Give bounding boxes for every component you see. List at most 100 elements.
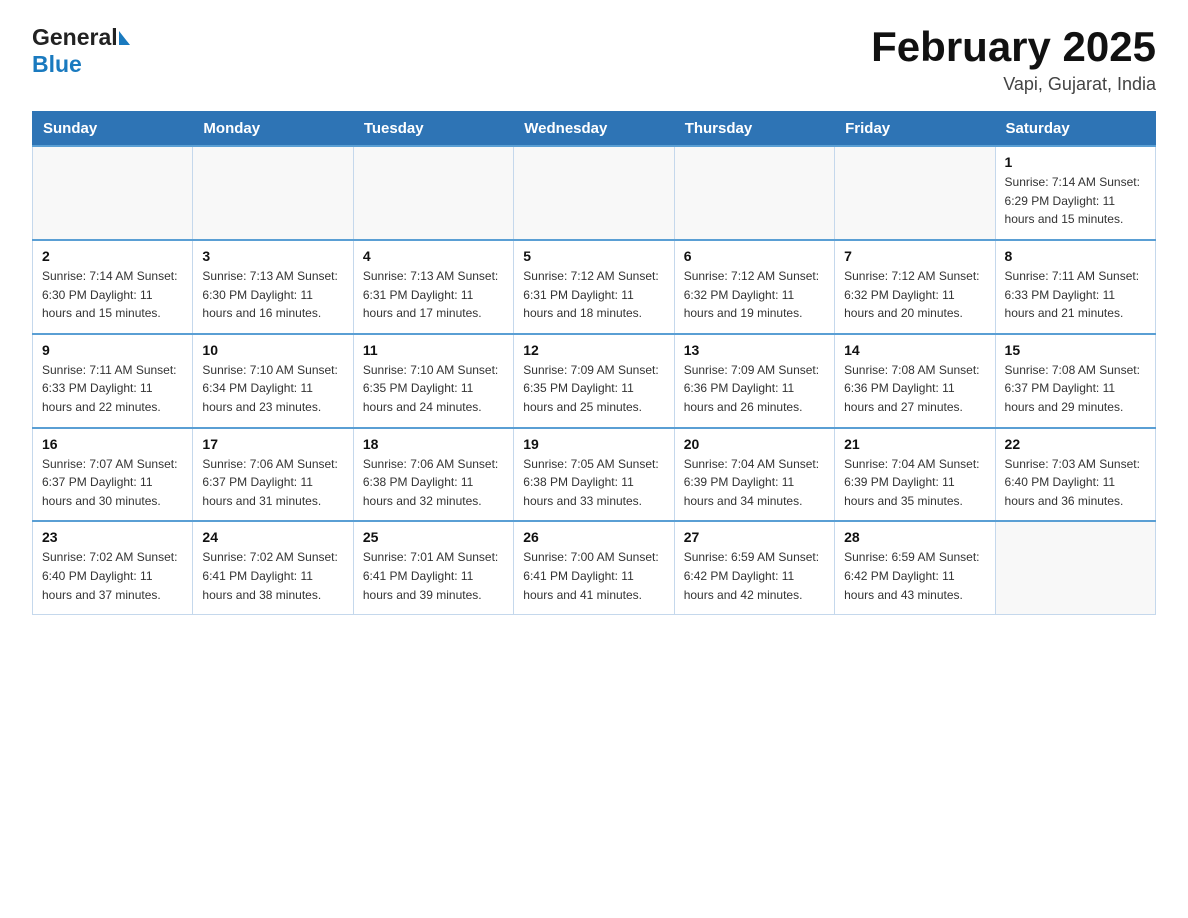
calendar-cell xyxy=(33,146,193,240)
day-number: 20 xyxy=(684,436,825,452)
calendar-cell: 6 Sunrise: 7:12 AM Sunset: 6:32 PM Daylig… xyxy=(674,240,834,334)
calendar-cell: 19 Sunrise: 7:05 AM Sunset: 6:38 PM Dayli… xyxy=(514,428,674,522)
day-info: Sunrise: 6:59 AM Sunset: 6:42 PM Dayligh… xyxy=(844,548,985,604)
day-info: Sunrise: 7:11 AM Sunset: 6:33 PM Dayligh… xyxy=(42,361,183,417)
calendar-cell: 10 Sunrise: 7:10 AM Sunset: 6:34 PM Dayli… xyxy=(193,334,353,428)
calendar-cell: 7 Sunrise: 7:12 AM Sunset: 6:32 PM Daylig… xyxy=(835,240,995,334)
day-info: Sunrise: 7:11 AM Sunset: 6:33 PM Dayligh… xyxy=(1005,267,1146,323)
day-number: 1 xyxy=(1005,154,1146,170)
calendar-cell: 9 Sunrise: 7:11 AM Sunset: 6:33 PM Daylig… xyxy=(33,334,193,428)
day-number: 27 xyxy=(684,529,825,545)
calendar-cell: 3 Sunrise: 7:13 AM Sunset: 6:30 PM Daylig… xyxy=(193,240,353,334)
day-info: Sunrise: 7:04 AM Sunset: 6:39 PM Dayligh… xyxy=(844,455,985,511)
logo-chevron-icon xyxy=(119,31,130,45)
day-number: 4 xyxy=(363,248,504,264)
day-info: Sunrise: 7:08 AM Sunset: 6:37 PM Dayligh… xyxy=(1005,361,1146,417)
calendar-cell: 22 Sunrise: 7:03 AM Sunset: 6:40 PM Dayli… xyxy=(995,428,1155,522)
calendar-header-row: SundayMondayTuesdayWednesdayThursdayFrid… xyxy=(33,112,1156,147)
calendar-cell: 13 Sunrise: 7:09 AM Sunset: 6:36 PM Dayli… xyxy=(674,334,834,428)
day-number: 11 xyxy=(363,342,504,358)
day-info: Sunrise: 7:13 AM Sunset: 6:30 PM Dayligh… xyxy=(202,267,343,323)
calendar-cell: 24 Sunrise: 7:02 AM Sunset: 6:41 PM Dayli… xyxy=(193,521,353,614)
location-text: Vapi, Gujarat, India xyxy=(871,74,1156,95)
calendar-week-row: 16Sunrise: 7:07 AM Sunset: 6:37 PM Dayli… xyxy=(33,428,1156,522)
day-number: 7 xyxy=(844,248,985,264)
day-number: 10 xyxy=(202,342,343,358)
calendar-day-header: Wednesday xyxy=(514,112,674,147)
calendar-cell: 11 Sunrise: 7:10 AM Sunset: 6:35 PM Dayli… xyxy=(353,334,513,428)
calendar-cell: 18 Sunrise: 7:06 AM Sunset: 6:38 PM Dayli… xyxy=(353,428,513,522)
calendar-week-row: 1 Sunrise: 7:14 AM Sunset: 6:29 PM Daylig… xyxy=(33,146,1156,240)
day-number: 9 xyxy=(42,342,183,358)
calendar-cell xyxy=(193,146,353,240)
day-number: 2 xyxy=(42,248,183,264)
calendar-cell: 26 Sunrise: 7:00 AM Sunset: 6:41 PM Dayli… xyxy=(514,521,674,614)
day-info: Sunrise: 7:14 AM Sunset: 6:29 PM Dayligh… xyxy=(1005,173,1146,229)
day-info: Sunrise: 7:05 AM Sunset: 6:38 PM Dayligh… xyxy=(523,455,664,511)
day-info: Sunrise: 7:00 AM Sunset: 6:41 PM Dayligh… xyxy=(523,548,664,604)
calendar-cell: 27Sunrise: 6:59 AM Sunset: 6:42 PM Dayli… xyxy=(674,521,834,614)
calendar-week-row: 2Sunrise: 7:14 AM Sunset: 6:30 PM Daylig… xyxy=(33,240,1156,334)
month-title: February 2025 xyxy=(871,24,1156,70)
calendar-day-header: Saturday xyxy=(995,112,1155,147)
calendar-cell: 17Sunrise: 7:06 AM Sunset: 6:37 PM Dayli… xyxy=(193,428,353,522)
logo-general-text: General xyxy=(32,24,118,51)
day-info: Sunrise: 7:10 AM Sunset: 6:35 PM Dayligh… xyxy=(363,361,504,417)
calendar-day-header: Tuesday xyxy=(353,112,513,147)
day-info: Sunrise: 7:03 AM Sunset: 6:40 PM Dayligh… xyxy=(1005,455,1146,511)
day-number: 25 xyxy=(363,529,504,545)
day-number: 19 xyxy=(523,436,664,452)
day-number: 5 xyxy=(523,248,664,264)
day-number: 13 xyxy=(684,342,825,358)
day-info: Sunrise: 7:10 AM Sunset: 6:34 PM Dayligh… xyxy=(202,361,343,417)
day-info: Sunrise: 7:02 AM Sunset: 6:41 PM Dayligh… xyxy=(202,548,343,604)
day-info: Sunrise: 7:01 AM Sunset: 6:41 PM Dayligh… xyxy=(363,548,504,604)
calendar-day-header: Thursday xyxy=(674,112,834,147)
calendar-day-header: Monday xyxy=(193,112,353,147)
day-info: Sunrise: 7:13 AM Sunset: 6:31 PM Dayligh… xyxy=(363,267,504,323)
calendar-cell xyxy=(835,146,995,240)
day-info: Sunrise: 7:07 AM Sunset: 6:37 PM Dayligh… xyxy=(42,455,183,511)
day-number: 21 xyxy=(844,436,985,452)
calendar-cell: 8 Sunrise: 7:11 AM Sunset: 6:33 PM Daylig… xyxy=(995,240,1155,334)
day-info: Sunrise: 7:12 AM Sunset: 6:32 PM Dayligh… xyxy=(844,267,985,323)
day-info: Sunrise: 7:09 AM Sunset: 6:36 PM Dayligh… xyxy=(684,361,825,417)
day-info: Sunrise: 7:08 AM Sunset: 6:36 PM Dayligh… xyxy=(844,361,985,417)
calendar-cell: 2Sunrise: 7:14 AM Sunset: 6:30 PM Daylig… xyxy=(33,240,193,334)
day-info: Sunrise: 7:06 AM Sunset: 6:38 PM Dayligh… xyxy=(363,455,504,511)
calendar-day-header: Friday xyxy=(835,112,995,147)
calendar-week-row: 9 Sunrise: 7:11 AM Sunset: 6:33 PM Daylig… xyxy=(33,334,1156,428)
calendar-cell: 15Sunrise: 7:08 AM Sunset: 6:37 PM Dayli… xyxy=(995,334,1155,428)
calendar-cell: 1 Sunrise: 7:14 AM Sunset: 6:29 PM Daylig… xyxy=(995,146,1155,240)
calendar-cell: 20 Sunrise: 7:04 AM Sunset: 6:39 PM Dayli… xyxy=(674,428,834,522)
calendar-cell: 12 Sunrise: 7:09 AM Sunset: 6:35 PM Dayli… xyxy=(514,334,674,428)
day-info: Sunrise: 7:12 AM Sunset: 6:32 PM Dayligh… xyxy=(684,267,825,323)
calendar-cell xyxy=(353,146,513,240)
title-area: February 2025 Vapi, Gujarat, India xyxy=(871,24,1156,95)
logo-blue-text: Blue xyxy=(32,51,130,78)
day-info: Sunrise: 7:09 AM Sunset: 6:35 PM Dayligh… xyxy=(523,361,664,417)
day-number: 8 xyxy=(1005,248,1146,264)
day-number: 18 xyxy=(363,436,504,452)
day-number: 12 xyxy=(523,342,664,358)
calendar-cell: 25 Sunrise: 7:01 AM Sunset: 6:41 PM Dayli… xyxy=(353,521,513,614)
logo: General Blue xyxy=(32,24,130,78)
calendar-week-row: 23 Sunrise: 7:02 AM Sunset: 6:40 PM Dayli… xyxy=(33,521,1156,614)
calendar-cell: 16Sunrise: 7:07 AM Sunset: 6:37 PM Dayli… xyxy=(33,428,193,522)
page-header: General Blue February 2025 Vapi, Gujarat… xyxy=(32,24,1156,95)
day-info: Sunrise: 7:04 AM Sunset: 6:39 PM Dayligh… xyxy=(684,455,825,511)
day-number: 3 xyxy=(202,248,343,264)
day-number: 6 xyxy=(684,248,825,264)
calendar-cell xyxy=(674,146,834,240)
calendar-cell: 5Sunrise: 7:12 AM Sunset: 6:31 PM Daylig… xyxy=(514,240,674,334)
calendar-cell: 28Sunrise: 6:59 AM Sunset: 6:42 PM Dayli… xyxy=(835,521,995,614)
day-number: 26 xyxy=(523,529,664,545)
day-number: 22 xyxy=(1005,436,1146,452)
calendar-cell xyxy=(514,146,674,240)
day-number: 14 xyxy=(844,342,985,358)
calendar-cell: 21 Sunrise: 7:04 AM Sunset: 6:39 PM Dayli… xyxy=(835,428,995,522)
day-info: Sunrise: 7:02 AM Sunset: 6:40 PM Dayligh… xyxy=(42,548,183,604)
day-number: 23 xyxy=(42,529,183,545)
day-number: 24 xyxy=(202,529,343,545)
calendar-cell xyxy=(995,521,1155,614)
